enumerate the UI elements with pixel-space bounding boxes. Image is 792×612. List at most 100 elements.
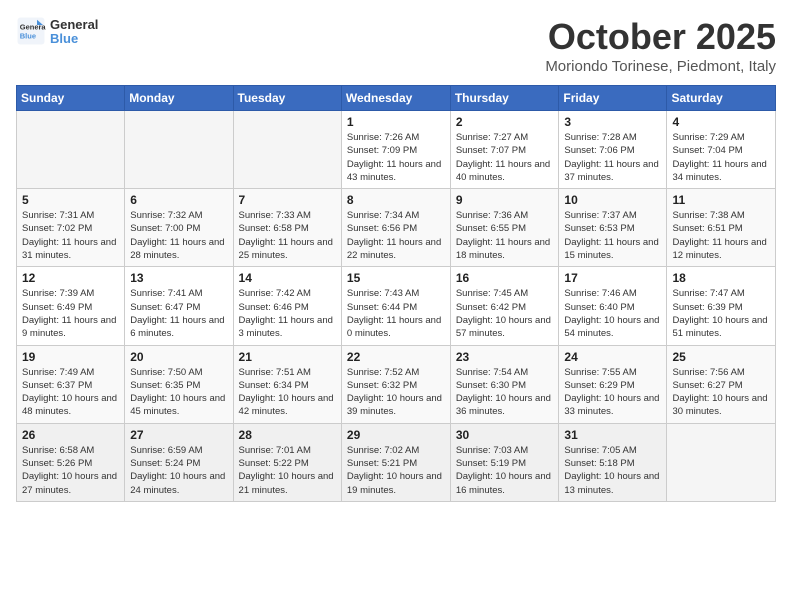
day-number: 9 — [456, 193, 554, 207]
day-info: Sunrise: 7:36 AM Sunset: 6:55 PM Dayligh… — [456, 209, 554, 262]
day-info: Sunrise: 7:39 AM Sunset: 6:49 PM Dayligh… — [22, 287, 119, 340]
day-number: 23 — [456, 350, 554, 364]
calendar-cell: 15Sunrise: 7:43 AM Sunset: 6:44 PM Dayli… — [341, 267, 450, 345]
calendar-cell: 8 Sunrise: 7:34 AM Sunset: 6:56 PM Daylig… — [341, 189, 450, 267]
calendar-cell: 4 Sunrise: 7:29 AM Sunset: 7:04 PM Daylig… — [667, 111, 776, 189]
day-info: Sunrise: 7:03 AM Sunset: 5:19 PM Dayligh… — [456, 444, 554, 497]
day-number: 4 — [672, 115, 770, 129]
day-info: Sunrise: 7:26 AM Sunset: 7:09 PM Dayligh… — [347, 131, 445, 184]
calendar-cell: 18 Sunrise: 7:47 AM Sunset: 6:39 PM Dayli… — [667, 267, 776, 345]
logo: General Blue General Blue — [16, 16, 98, 47]
day-number: 2 — [456, 115, 554, 129]
calendar-cell: 5 Sunrise: 7:31 AM Sunset: 7:02 PM Daylig… — [17, 189, 125, 267]
day-number: 27 — [130, 428, 227, 442]
day-info: Sunrise: 7:52 AM Sunset: 6:32 PM Dayligh… — [347, 366, 445, 419]
day-number: 21 — [239, 350, 336, 364]
day-info: Sunrise: 7:32 AM Sunset: 7:00 PM Dayligh… — [130, 209, 227, 262]
day-info: Sunrise: 7:46 AM Sunset: 6:40 PM Dayligh… — [564, 287, 661, 340]
weekday-header-monday: Monday — [125, 86, 233, 111]
day-info: Sunrise: 7:54 AM Sunset: 6:30 PM Dayligh… — [456, 366, 554, 419]
day-info: Sunrise: 7:01 AM Sunset: 5:22 PM Dayligh… — [239, 444, 336, 497]
day-number: 17 — [564, 271, 661, 285]
calendar-cell: 19 Sunrise: 7:49 AM Sunset: 6:37 PM Dayli… — [17, 345, 125, 423]
day-info: Sunrise: 7:41 AM Sunset: 6:47 PM Dayligh… — [130, 287, 227, 340]
calendar-cell: 22 Sunrise: 7:52 AM Sunset: 6:32 PM Dayli… — [341, 345, 450, 423]
day-info: Sunrise: 7:55 AM Sunset: 6:29 PM Dayligh… — [564, 366, 661, 419]
day-number: 10 — [564, 193, 661, 207]
title-block: October 2025 Moriondo Torinese, Piedmont… — [545, 16, 776, 75]
page-header: General Blue General Blue October 2025 M… — [16, 16, 776, 75]
day-info: Sunrise: 7:31 AM Sunset: 7:02 PM Dayligh… — [22, 209, 119, 262]
logo-general-text: General — [50, 18, 98, 32]
day-number: 31 — [564, 428, 661, 442]
day-number: 8 — [347, 193, 445, 207]
day-info: Sunrise: 7:33 AM Sunset: 6:58 PM Dayligh… — [239, 209, 336, 262]
day-number: 20 — [130, 350, 227, 364]
day-info: Sunrise: 7:02 AM Sunset: 5:21 PM Dayligh… — [347, 444, 445, 497]
day-info: Sunrise: 7:29 AM Sunset: 7:04 PM Dayligh… — [672, 131, 770, 184]
weekday-header-sunday: Sunday — [17, 86, 125, 111]
day-info: Sunrise: 7:56 AM Sunset: 6:27 PM Dayligh… — [672, 366, 770, 419]
location-subtitle: Moriondo Torinese, Piedmont, Italy — [545, 58, 776, 75]
day-number: 7 — [239, 193, 336, 207]
calendar-cell: 7 Sunrise: 7:33 AM Sunset: 6:58 PM Daylig… — [233, 189, 341, 267]
calendar-cell: 21Sunrise: 7:51 AM Sunset: 6:34 PM Dayli… — [233, 345, 341, 423]
calendar-cell: 23 Sunrise: 7:54 AM Sunset: 6:30 PM Dayli… — [450, 345, 559, 423]
day-info: Sunrise: 7:34 AM Sunset: 6:56 PM Dayligh… — [347, 209, 445, 262]
svg-text:General: General — [20, 23, 46, 32]
day-info: Sunrise: 7:42 AM Sunset: 6:46 PM Dayligh… — [239, 287, 336, 340]
calendar-cell: 13Sunrise: 7:41 AM Sunset: 6:47 PM Dayli… — [125, 267, 233, 345]
calendar-cell: 31Sunrise: 7:05 AM Sunset: 5:18 PM Dayli… — [559, 423, 667, 501]
day-number: 6 — [130, 193, 227, 207]
day-info: Sunrise: 6:59 AM Sunset: 5:24 PM Dayligh… — [130, 444, 227, 497]
calendar-cell: 10 Sunrise: 7:37 AM Sunset: 6:53 PM Dayli… — [559, 189, 667, 267]
svg-text:Blue: Blue — [20, 32, 36, 41]
day-number: 22 — [347, 350, 445, 364]
weekday-header-friday: Friday — [559, 86, 667, 111]
day-info: Sunrise: 7:47 AM Sunset: 6:39 PM Dayligh… — [672, 287, 770, 340]
day-number: 28 — [239, 428, 336, 442]
weekday-header-row: SundayMondayTuesdayWednesdayThursdayFrid… — [17, 86, 776, 111]
day-number: 19 — [22, 350, 119, 364]
calendar-week-row: 1 Sunrise: 7:26 AM Sunset: 7:09 PM Daylig… — [17, 111, 776, 189]
calendar-cell — [17, 111, 125, 189]
day-number: 11 — [672, 193, 770, 207]
day-info: Sunrise: 7:49 AM Sunset: 6:37 PM Dayligh… — [22, 366, 119, 419]
day-info: Sunrise: 7:28 AM Sunset: 7:06 PM Dayligh… — [564, 131, 661, 184]
calendar-cell: 25Sunrise: 7:56 AM Sunset: 6:27 PM Dayli… — [667, 345, 776, 423]
calendar-cell: 2 Sunrise: 7:27 AM Sunset: 7:07 PM Daylig… — [450, 111, 559, 189]
day-number: 24 — [564, 350, 661, 364]
day-info: Sunrise: 7:43 AM Sunset: 6:44 PM Dayligh… — [347, 287, 445, 340]
day-number: 14 — [239, 271, 336, 285]
weekday-header-tuesday: Tuesday — [233, 86, 341, 111]
day-number: 16 — [456, 271, 554, 285]
calendar-cell: 6 Sunrise: 7:32 AM Sunset: 7:00 PM Daylig… — [125, 189, 233, 267]
calendar-week-row: 26Sunrise: 6:58 AM Sunset: 5:26 PM Dayli… — [17, 423, 776, 501]
day-number: 12 — [22, 271, 119, 285]
calendar-week-row: 19 Sunrise: 7:49 AM Sunset: 6:37 PM Dayli… — [17, 345, 776, 423]
calendar-cell: 30Sunrise: 7:03 AM Sunset: 5:19 PM Dayli… — [450, 423, 559, 501]
day-number: 5 — [22, 193, 119, 207]
calendar-cell — [233, 111, 341, 189]
calendar-cell: 27 Sunrise: 6:59 AM Sunset: 5:24 PM Dayli… — [125, 423, 233, 501]
day-info: Sunrise: 7:37 AM Sunset: 6:53 PM Dayligh… — [564, 209, 661, 262]
calendar-week-row: 5 Sunrise: 7:31 AM Sunset: 7:02 PM Daylig… — [17, 189, 776, 267]
day-number: 29 — [347, 428, 445, 442]
calendar-cell: 29 Sunrise: 7:02 AM Sunset: 5:21 PM Dayli… — [341, 423, 450, 501]
day-number: 1 — [347, 115, 445, 129]
weekday-header-thursday: Thursday — [450, 86, 559, 111]
calendar-cell: 20Sunrise: 7:50 AM Sunset: 6:35 PM Dayli… — [125, 345, 233, 423]
calendar-cell: 24 Sunrise: 7:55 AM Sunset: 6:29 PM Dayli… — [559, 345, 667, 423]
day-info: Sunrise: 7:45 AM Sunset: 6:42 PM Dayligh… — [456, 287, 554, 340]
logo-blue-text: Blue — [50, 32, 98, 46]
day-info: Sunrise: 7:27 AM Sunset: 7:07 PM Dayligh… — [456, 131, 554, 184]
calendar-cell: 26Sunrise: 6:58 AM Sunset: 5:26 PM Dayli… — [17, 423, 125, 501]
logo-icon: General Blue — [16, 16, 46, 46]
calendar-cell — [667, 423, 776, 501]
month-title: October 2025 — [545, 16, 776, 58]
day-info: Sunrise: 6:58 AM Sunset: 5:26 PM Dayligh… — [22, 444, 119, 497]
day-number: 18 — [672, 271, 770, 285]
calendar-table: SundayMondayTuesdayWednesdayThursdayFrid… — [16, 85, 776, 502]
day-info: Sunrise: 7:38 AM Sunset: 6:51 PM Dayligh… — [672, 209, 770, 262]
day-number: 3 — [564, 115, 661, 129]
